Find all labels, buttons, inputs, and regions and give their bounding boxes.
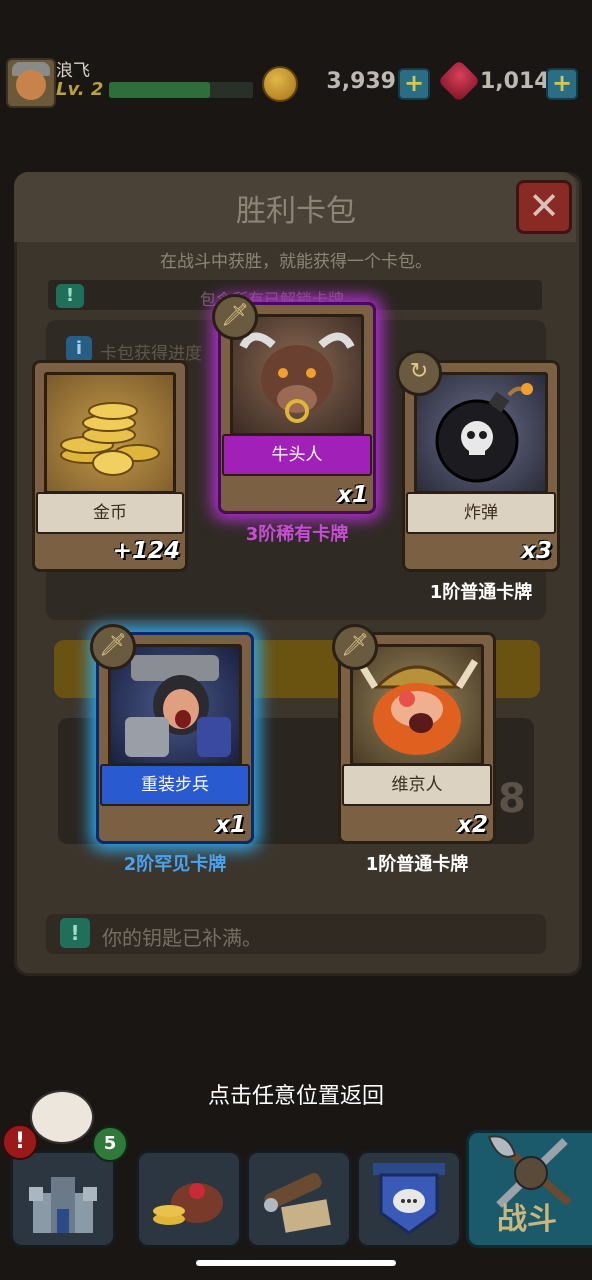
dialog-title: 胜利卡包 bbox=[236, 194, 356, 229]
info-i-icon[interactable]: i bbox=[66, 336, 92, 362]
sword-icon: 🗡 bbox=[90, 624, 136, 670]
home-indicator[interactable] bbox=[196, 1260, 396, 1266]
card-quantity: x2 bbox=[457, 812, 488, 838]
telescope-map-icon bbox=[264, 1173, 331, 1233]
alert-badge: ! bbox=[2, 1124, 38, 1160]
nav-clan[interactable] bbox=[356, 1150, 462, 1248]
player-name: 浪飞 bbox=[56, 61, 90, 81]
coin-icon bbox=[262, 66, 298, 102]
fight-label: 战斗 bbox=[497, 1202, 557, 1237]
clan-chat-icon bbox=[373, 1163, 445, 1235]
card-name: 重装步兵 bbox=[100, 764, 250, 806]
nav-castle[interactable] bbox=[10, 1150, 116, 1248]
add-coins-button[interactable]: + bbox=[398, 68, 430, 100]
gold-coins-art bbox=[44, 372, 176, 494]
reward-card-gold: 金币 +124 bbox=[32, 360, 188, 572]
reward-card-viking: 维京人 x2 🗡 bbox=[332, 624, 496, 844]
player-avatar[interactable] bbox=[6, 58, 56, 108]
info-icon: ! bbox=[56, 284, 84, 308]
spell-swirl-icon: ↻ bbox=[396, 350, 442, 396]
keys-full-text: 你的钥匙已补满。 bbox=[102, 926, 262, 950]
nav-treasure[interactable] bbox=[136, 1150, 242, 1248]
xp-bar-fill bbox=[109, 82, 210, 98]
card-name: 维京人 bbox=[342, 764, 492, 806]
close-button[interactable]: ✕ bbox=[516, 180, 572, 234]
info-icon: ! bbox=[60, 918, 90, 948]
card-quantity: x1 bbox=[337, 482, 368, 508]
card-rarity: 1阶普通卡牌 bbox=[429, 582, 533, 603]
xp-bar bbox=[108, 81, 254, 99]
notification-count-badge: 5 bbox=[92, 1126, 128, 1162]
dialog-subtitle: 在战斗中获胜，就能获得一个卡包。 bbox=[160, 252, 432, 272]
avatar-face bbox=[16, 70, 46, 100]
book-speech-bubble-icon[interactable] bbox=[30, 1090, 94, 1144]
card-rarity: 3阶稀有卡牌 bbox=[245, 524, 349, 545]
nav-map[interactable] bbox=[246, 1150, 352, 1248]
card-quantity: +124 bbox=[112, 538, 180, 564]
treasure-icon bbox=[153, 1183, 223, 1225]
sword-icon: 🗡 bbox=[212, 294, 258, 340]
slot-count: 8 bbox=[498, 776, 526, 822]
add-gems-button[interactable]: + bbox=[546, 68, 578, 100]
gem-count: 1,014 bbox=[480, 69, 550, 94]
castle-icon bbox=[29, 1177, 97, 1233]
card-quantity: x1 bbox=[215, 812, 246, 838]
card-rarity: 2阶罕见卡牌 bbox=[123, 854, 227, 875]
coin-count: 3,939 bbox=[326, 69, 396, 94]
player-level: Lv. 2 bbox=[56, 79, 104, 100]
sword-icon: 🗡 bbox=[332, 624, 378, 670]
reward-card-minotaur: 牛头人 x1 🗡 bbox=[212, 294, 376, 514]
reward-card-heavy-infantry: 重装步兵 x1 🗡 bbox=[90, 624, 254, 844]
gem-icon bbox=[437, 59, 481, 103]
card-name: 牛头人 bbox=[222, 434, 372, 476]
reward-card-bomb: 炸弹 x3 ↻ bbox=[396, 350, 560, 572]
card-name: 金币 bbox=[36, 492, 184, 534]
card-quantity: x3 bbox=[521, 538, 552, 564]
card-name: 炸弹 bbox=[406, 492, 556, 534]
card-rarity: 1阶普通卡牌 bbox=[365, 854, 469, 875]
